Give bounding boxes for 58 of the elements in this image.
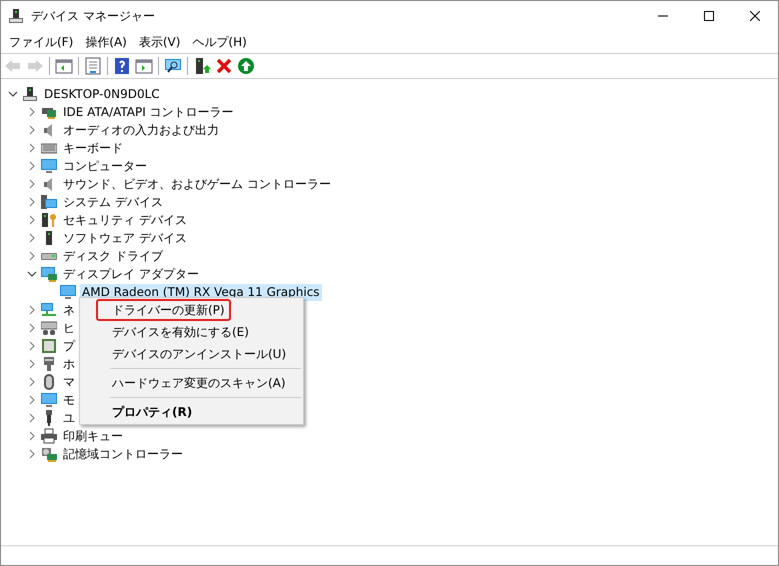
properties-icon — [84, 57, 102, 75]
tree-item[interactable]: ヒ — [61, 320, 77, 336]
tree-item[interactable]: マ — [61, 374, 77, 390]
menu-item[interactable]: デバイスを有効にする(E) — [96, 321, 299, 343]
scan-monitor-icon — [164, 57, 182, 75]
network-icon — [41, 302, 57, 318]
app-icon — [8, 8, 24, 24]
tree-item[interactable]: ユ — [61, 410, 77, 426]
monitor-icon — [41, 392, 57, 408]
printer-icon — [41, 428, 57, 444]
tree-item[interactable]: IDE ATA/ATAPI コントローラー — [61, 104, 236, 120]
help-icon — [113, 57, 131, 75]
tree-item[interactable]: セキュリティ デバイス — [61, 212, 189, 228]
back-arrow-icon — [4, 57, 22, 75]
menu-item[interactable]: ヘルプ(H) — [186, 34, 253, 50]
menu-item[interactable]: 表示(V) — [132, 34, 186, 50]
close-icon — [750, 11, 760, 21]
up-arrow-button[interactable] — [235, 55, 257, 77]
delete-icon — [215, 57, 233, 75]
tree-item[interactable]: モ — [61, 392, 77, 408]
menu-item[interactable]: デバイスのアンインストール(U) — [96, 343, 299, 365]
monitor-icon — [60, 284, 76, 300]
driver-update-icon — [193, 57, 211, 75]
tree-item[interactable]: キーボード — [61, 140, 125, 156]
tree-item[interactable]: プ — [61, 338, 77, 354]
tree-item[interactable]: サウンド、ビデオ、およびゲーム コントローラー — [61, 176, 333, 192]
maximize-icon — [704, 11, 714, 21]
tree-item[interactable]: システム デバイス — [61, 194, 165, 210]
window-title: デバイス マネージャー — [31, 8, 155, 24]
tree-item[interactable]: ソフトウェア デバイス — [61, 230, 189, 246]
tree-item[interactable]: ディスク ドライブ — [61, 248, 165, 264]
port-icon — [41, 356, 57, 372]
menu-item[interactable]: 操作(A) — [79, 34, 133, 50]
menu-item[interactable]: プロパティ(R) — [96, 401, 299, 423]
tree-item[interactable]: ネ — [61, 302, 77, 318]
tree-item[interactable]: コンピューター — [61, 158, 149, 174]
forward-arrow-icon — [26, 57, 44, 75]
storage-controller-icon — [41, 446, 57, 462]
monitor-icon — [41, 158, 57, 174]
disk-drive-icon — [41, 252, 57, 260]
input-device-icon — [41, 320, 57, 336]
chip-icon — [41, 338, 57, 354]
key-icon — [41, 212, 57, 228]
tree-item[interactable]: 印刷キュー — [61, 428, 125, 444]
tree-item[interactable]: ホ — [61, 356, 77, 372]
menu-item[interactable]: ファイル(F) — [3, 34, 80, 50]
panel-icon — [135, 57, 153, 75]
tree-item[interactable]: オーディオの入力および出力 — [61, 122, 221, 138]
tree-item[interactable]: ディスプレイ アダプター — [61, 266, 201, 282]
computer-icon — [22, 86, 38, 102]
panel-icon — [55, 57, 73, 75]
menu-item[interactable]: ハードウェア変更のスキャン(A) — [96, 372, 299, 394]
tree-item[interactable]: DESKTOP-0N9D0LC — [42, 86, 162, 102]
mouse-icon — [41, 374, 57, 390]
menu-item[interactable]: ドライバーの更新(P) — [96, 299, 231, 321]
tree-item[interactable]: 記憶域コントローラー — [61, 446, 185, 462]
display-adapter-icon — [41, 266, 57, 282]
system-icon — [41, 194, 57, 210]
